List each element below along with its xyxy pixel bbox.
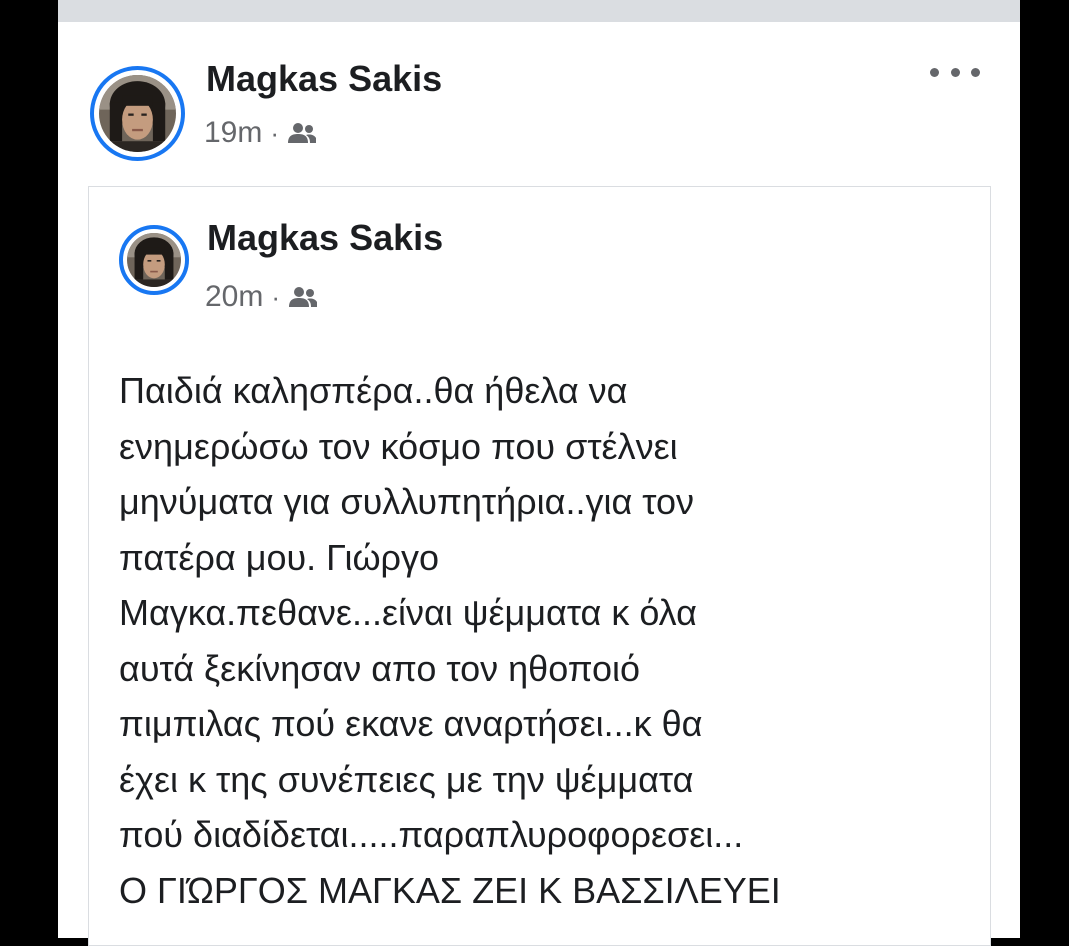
post-text-line: Παιδιά καλησπέρα..θα ήθελα να <box>119 370 628 411</box>
shared-post-timestamp[interactable]: 20m <box>205 280 263 314</box>
previous-post-edge <box>58 0 1020 22</box>
author-name[interactable]: Magkas Sakis <box>206 58 442 100</box>
post-text-line: έχει κ της συνέπειες με την ψέμματα <box>119 758 694 800</box>
shared-author-name[interactable]: Magkas Sakis <box>207 217 443 259</box>
group-audience-icon[interactable] <box>287 122 317 144</box>
post-meta: 19m · <box>204 116 317 150</box>
post-text-line: πού διαδίδεται.....παραπλυροφορεσει... <box>119 814 744 855</box>
post-text-line: μηνύματα για συλλυπητήρια..για τον <box>119 481 695 522</box>
group-audience-icon[interactable] <box>288 286 318 308</box>
avatar-photo <box>99 75 176 152</box>
meta-separator: · <box>271 281 281 312</box>
post-text-line: Ο ΓΙΏΡΓΟΣ ΜΑΓΚΑΣ ΖΕΙ Κ ΒΑΣΣΙΛΕΥΕΙ <box>119 869 781 911</box>
shared-post[interactable]: Magkas Sakis 20m · Παιδιά καλησπέρα..θα … <box>88 186 991 946</box>
post-text-line: Μαγκα.πεθανε...είναι ψέμματα κ όλα <box>119 592 697 633</box>
post-text-line: πατέρα μου. Γιώργο <box>119 536 440 578</box>
post-text-line: αυτά ξεκίνησαν απο τον ηθοποιό <box>119 647 641 689</box>
avatar-photo <box>127 233 181 287</box>
post-text-line: ενημερώσω τον κόσμο που στέλνει <box>119 425 678 467</box>
post-text-line: πιμπιλας πού εκανε αναρτήσει...κ θα <box>119 703 703 744</box>
post-card: Magkas Sakis 19m · Magkas Sakis 20m · Πα… <box>58 22 1020 946</box>
more-options-icon[interactable] <box>930 62 980 82</box>
post-body-text: Παιδιά καλησπέρα..θα ήθελα να ενημερώσω … <box>119 363 969 918</box>
post-timestamp[interactable]: 19m <box>204 116 262 150</box>
shared-author-avatar[interactable] <box>119 225 189 295</box>
author-avatar[interactable] <box>90 66 185 161</box>
meta-separator: · <box>270 117 280 148</box>
shared-post-meta: 20m · <box>205 280 318 314</box>
